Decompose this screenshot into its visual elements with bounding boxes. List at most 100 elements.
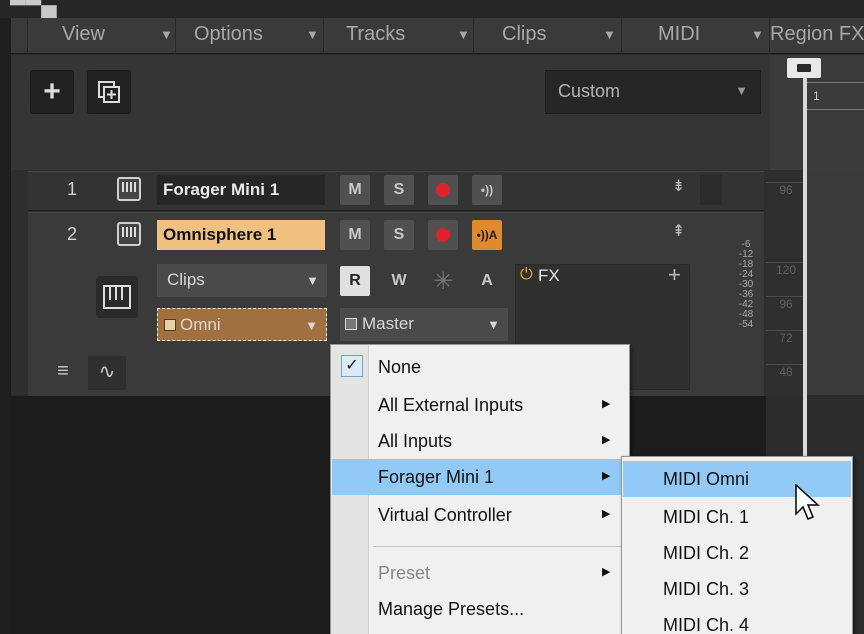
submenu-arrow-icon: ▶: [602, 398, 611, 410]
input-select-value: Omni: [180, 315, 221, 334]
check-icon: ✓: [341, 355, 363, 377]
add-track-button[interactable]: +: [30, 70, 74, 114]
window-left-border: [0, 18, 11, 634]
input-select[interactable]: Omni ▼: [157, 308, 327, 341]
menu-item-forager-mini-1[interactable]: Forager Mini 1 ▶: [332, 459, 628, 495]
meter-scale: -6 -12 -18 -24 -30 -36 -42 -48 -54: [732, 232, 760, 372]
read-automation-button[interactable]: R: [340, 266, 370, 296]
submenu-arrow-icon: ▶: [602, 566, 611, 578]
scale-tick: 120: [766, 262, 806, 277]
menu-region-fx-label: Region FX: [770, 23, 864, 45]
add-fx-icon[interactable]: +: [668, 262, 681, 288]
menu-item-label: MIDI Ch. 4: [663, 615, 750, 634]
chevron-down-icon: ▼: [306, 27, 319, 42]
menu-item-label: Preset: [378, 563, 431, 583]
fx-label: FX: [538, 266, 560, 285]
midi-channel-submenu: MIDI Omni MIDI Ch. 1 MIDI Ch. 2 MIDI Ch.…: [621, 456, 853, 634]
track-meter: [700, 175, 722, 205]
collapse-track-icon[interactable]: ⇞: [672, 221, 685, 241]
clips-pane[interactable]: [807, 170, 864, 395]
record-arm-button[interactable]: [428, 220, 458, 250]
menu-item-midi-ch-4[interactable]: MIDI Ch. 4: [623, 607, 851, 634]
menu-tracks[interactable]: Tracks ▼: [323, 18, 473, 54]
arm-automation-button[interactable]: A: [472, 266, 502, 296]
playhead-handle[interactable]: [787, 58, 821, 78]
record-arm-button[interactable]: [428, 175, 458, 205]
power-icon[interactable]: ⏻: [520, 266, 533, 284]
input-echo-button[interactable]: •)): [472, 175, 502, 205]
menu-region-fx[interactable]: Region FX: [769, 18, 864, 54]
write-automation-button[interactable]: W: [384, 266, 414, 296]
menu-item-midi-ch-2[interactable]: MIDI Ch. 2: [623, 535, 851, 571]
input-echo-icon: •)): [480, 183, 494, 197]
solo-button[interactable]: S: [384, 175, 414, 205]
record-icon: [436, 183, 450, 197]
ruler-bar-number: 1: [813, 89, 820, 103]
menu-bar: View ▼ Options ▼ Tracks ▼ Clips ▼ MIDI ▼…: [11, 18, 864, 54]
mute-button[interactable]: M: [340, 220, 370, 250]
chevron-down-icon: ▼: [603, 27, 616, 42]
scale-tick: 96: [766, 296, 806, 311]
mouse-pointer-icon: [795, 484, 820, 520]
track-view-preset-select[interactable]: Custom ▼: [545, 70, 761, 114]
input-echo-icon: •))A: [476, 228, 498, 242]
menu-item-all-inputs[interactable]: All Inputs ▶: [332, 423, 628, 459]
menu-tracks-label: Tracks: [346, 23, 406, 45]
scale-tick: 48: [766, 364, 806, 379]
menu-item-label: MIDI Ch. 3: [663, 579, 750, 599]
duplicate-icon: [98, 81, 120, 103]
menu-item-midi-ch-3[interactable]: MIDI Ch. 3: [623, 571, 851, 607]
menu-item-all-external-inputs[interactable]: All External Inputs ▶: [332, 387, 628, 423]
menu-item-label: All External Inputs: [378, 395, 524, 415]
synth-rack-button[interactable]: [96, 276, 138, 318]
scale-tick: 96: [766, 182, 806, 197]
track-number: 1: [67, 179, 78, 199]
track-name-field[interactable]: Forager Mini 1: [157, 175, 325, 205]
menu-item-label: MIDI Omni: [663, 469, 750, 489]
menu-item-label: All Inputs: [378, 431, 453, 451]
menu-item-label: Forager Mini 1: [378, 467, 495, 487]
menu-midi[interactable]: MIDI ▼: [621, 18, 769, 54]
expand-track-icon[interactable]: ⇟: [672, 176, 685, 196]
title-strip: ▀▀▄: [0, 0, 864, 18]
menu-item-label: Manage Presets...: [378, 599, 525, 619]
automation-lane-icon[interactable]: ∿: [88, 356, 126, 390]
menu-item-label: Virtual Controller: [378, 505, 512, 525]
chevron-down-icon: ▼: [487, 317, 500, 332]
freeze-icon[interactable]: ✳: [428, 266, 458, 296]
menu-item-label: MIDI Ch. 2: [663, 543, 750, 563]
menu-options-label: Options: [194, 23, 263, 45]
menu-item-manage-presets[interactable]: Manage Presets...: [332, 591, 628, 627]
menu-item-none[interactable]: ✓ None: [332, 349, 628, 385]
window-title-fragment-icon: ▀▀▄: [10, 0, 57, 17]
menu-item-virtual-controller[interactable]: Virtual Controller ▶: [332, 497, 628, 533]
duplicate-track-button[interactable]: [87, 70, 131, 114]
menu-item-preset: Preset ▶: [332, 555, 628, 591]
output-icon: [345, 318, 357, 330]
menu-clips-label: Clips: [502, 23, 547, 45]
clips-select[interactable]: Clips ▼: [157, 264, 327, 297]
input-icon: [164, 319, 176, 331]
output-select[interactable]: Master ▼: [340, 308, 508, 341]
submenu-arrow-icon: ▶: [602, 508, 611, 520]
menu-clips[interactable]: Clips ▼: [473, 18, 621, 54]
menu-item-label: None: [378, 357, 422, 377]
track-menu-icon[interactable]: ≡: [46, 360, 80, 388]
meter-tick: -54: [738, 319, 754, 330]
track-number: 2: [67, 224, 78, 244]
chevron-down-icon: ▼: [735, 83, 748, 98]
instrument-track-icon: [117, 177, 141, 201]
chevron-down-icon: ▼: [751, 27, 764, 42]
chevron-down-icon: ▼: [457, 27, 470, 42]
keyboard-icon: [103, 285, 131, 309]
submenu-arrow-icon: ▶: [602, 470, 611, 482]
mute-button[interactable]: M: [340, 175, 370, 205]
menu-item-label: MIDI Ch. 1: [663, 507, 750, 527]
solo-button[interactable]: S: [384, 220, 414, 250]
menu-options[interactable]: Options ▼: [175, 18, 323, 54]
track-name-field[interactable]: Omnisphere 1: [157, 220, 325, 250]
clips-select-value: Clips: [167, 270, 205, 289]
menu-view[interactable]: View ▼: [27, 18, 175, 54]
input-echo-auto-button[interactable]: •))A: [472, 220, 502, 250]
plus-icon: +: [43, 75, 61, 108]
